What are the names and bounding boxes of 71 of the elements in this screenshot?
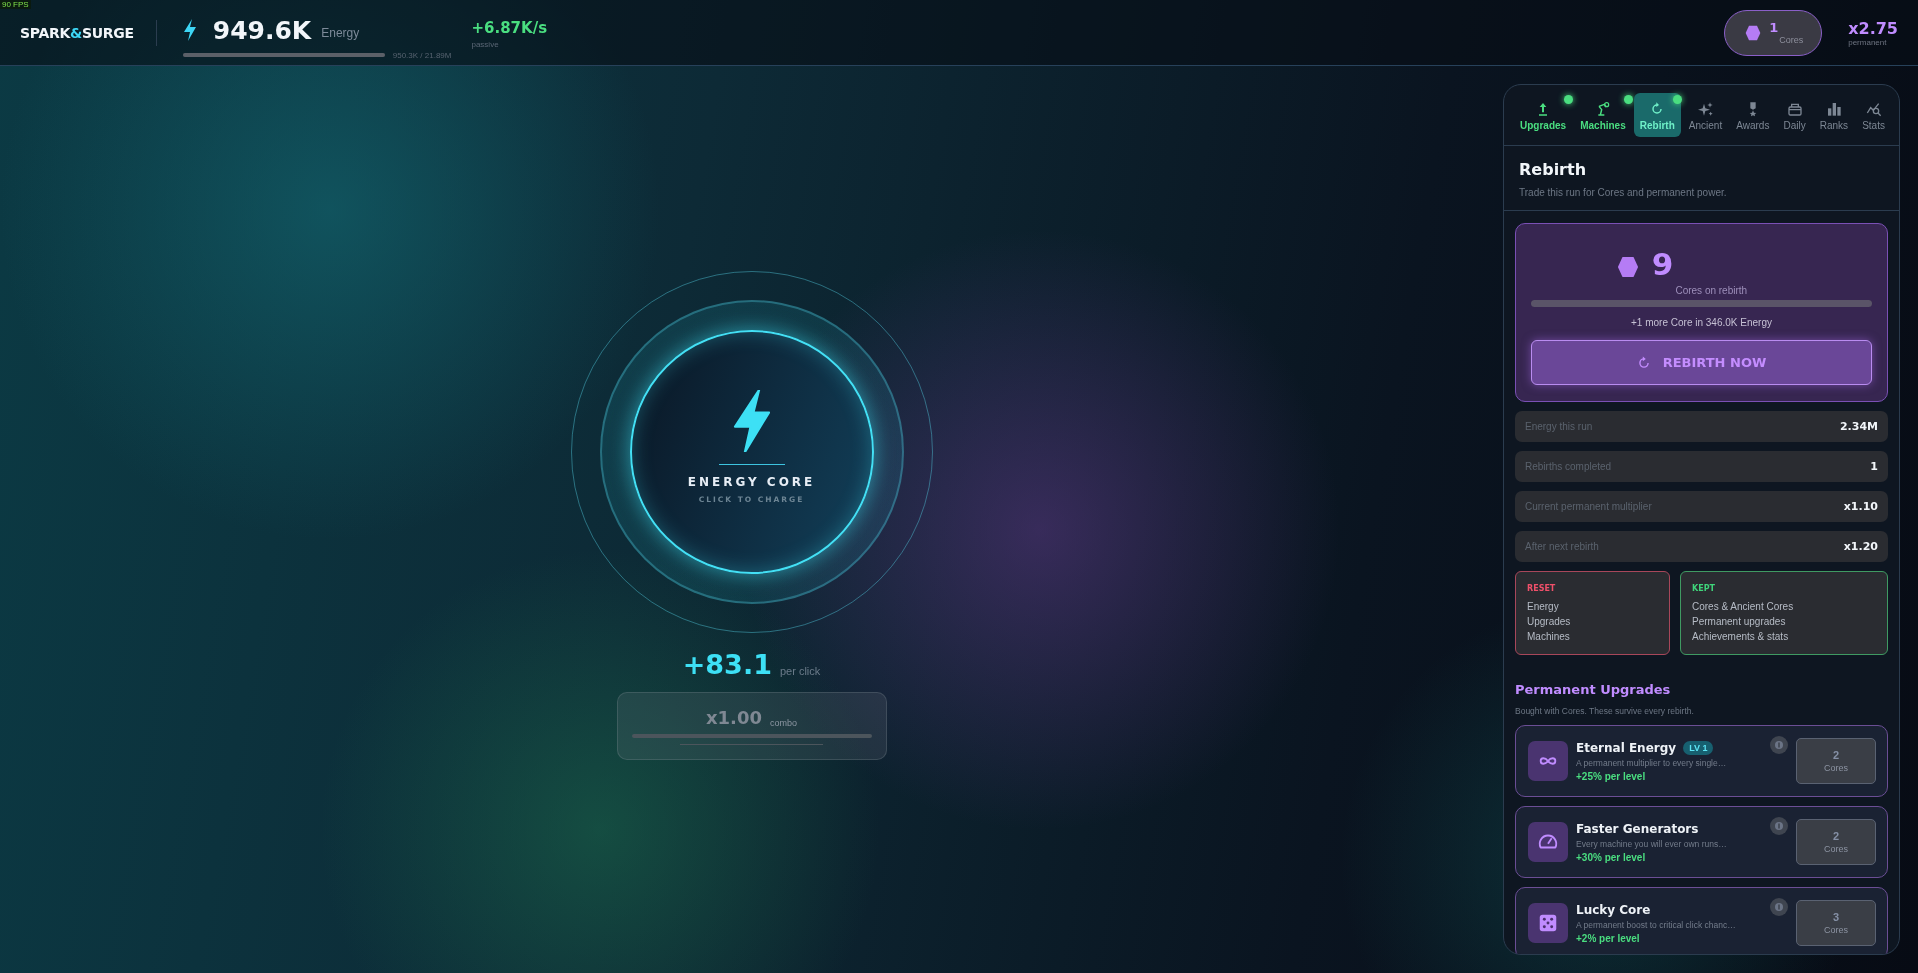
upgrade-effect: +2% per level — [1576, 932, 1641, 944]
list-item: Permanent upgrades — [1692, 616, 1787, 627]
energy-progress-text: 950.3K / 21.89M — [392, 50, 452, 60]
stat-label: After next rebirth — [1525, 541, 1599, 552]
stat-value: x1.10 — [1843, 500, 1878, 513]
upgrade-effect: +25% per level — [1576, 770, 1647, 782]
tab[interactable]: Stats — [1856, 93, 1891, 137]
energy-label: Energy — [321, 26, 360, 40]
combo-label: combo — [770, 718, 797, 728]
list-title: RESET — [1527, 584, 1557, 593]
tab[interactable]: Awards — [1730, 93, 1776, 137]
per-click-value: +83.1 — [682, 649, 772, 680]
info-icon[interactable] — [1770, 817, 1788, 835]
stat-value: x1.20 — [1843, 540, 1878, 553]
refresh-icon — [1636, 355, 1651, 370]
list-item: Energy — [1527, 601, 1560, 612]
cores-pill[interactable]: 1 Cores — [1724, 9, 1823, 56]
multiplier-label: permanent — [1848, 37, 1887, 47]
upgrade-description: Every machine you will ever own runs… — [1576, 838, 1728, 849]
tab[interactable]: Daily — [1777, 93, 1812, 137]
upgrade-effect: +30% per level — [1576, 851, 1647, 863]
dice-icon — [1537, 912, 1559, 934]
core-title: ENERGY CORE — [687, 475, 816, 489]
sparkles-icon — [1697, 101, 1714, 117]
upgrade-description: A permanent boost to critical click chanc… — [1576, 919, 1737, 930]
passive-label: passive — [471, 39, 500, 49]
list-item: Achievements & stats — [1692, 631, 1790, 642]
box-icon — [1786, 101, 1803, 117]
section-title: Permanent Upgrades — [1515, 682, 1672, 697]
cores-on-rebirth-label: Cores on rebirth — [1675, 285, 1748, 296]
hexagon-icon — [1615, 256, 1640, 278]
level-badge: LV 1 — [1683, 740, 1714, 755]
section-subtitle: Bought with Cores. These survive every rebirth. — [1515, 706, 1695, 716]
list-title: KEPT — [1692, 584, 1716, 593]
info-icon[interactable] — [1770, 898, 1788, 916]
bar-chart-icon — [1825, 101, 1842, 117]
cores-count: 1 — [1769, 20, 1780, 35]
lightning-icon — [182, 19, 197, 41]
cores-label: Cores — [1779, 35, 1804, 45]
panel-title: Rebirth — [1519, 160, 1588, 179]
upgrade-name: Faster Generators — [1576, 821, 1699, 836]
passive-rate: +6.87K/s — [471, 18, 548, 37]
tab[interactable]: Ranks — [1813, 93, 1855, 137]
stat-value: 2.34M — [1839, 420, 1878, 433]
stat-label: Energy this run — [1525, 421, 1593, 432]
rebirth-button[interactable]: REBIRTH NOW — [1531, 340, 1872, 385]
logo: SPARK&SURGE — [20, 24, 134, 41]
stat-label: Rebirths completed — [1525, 461, 1612, 472]
upgrade-description: A permanent multiplier to every single… — [1576, 757, 1728, 768]
info-icon[interactable] — [1770, 736, 1788, 754]
combo-value: x1.00 — [705, 707, 762, 728]
chart-search-icon — [1865, 101, 1882, 117]
multiplier-value: x2.75 — [1848, 18, 1898, 38]
list-item: Cores & Ancient Cores — [1692, 601, 1795, 612]
tab[interactable]: Ancient — [1682, 93, 1729, 137]
energy-value: 949.6K — [212, 15, 312, 45]
list-item: Machines — [1527, 631, 1571, 642]
panel-subtitle: Trade this run for Cores and permanent power. — [1519, 187, 1728, 198]
lightning-icon — [731, 390, 772, 452]
tab[interactable]: Machines — [1574, 93, 1632, 137]
next-core-text: +1 more Core in 346.0K Energy — [1631, 317, 1772, 328]
per-click-label: per click — [779, 665, 821, 677]
list-item: Upgrades — [1527, 616, 1572, 627]
upgrade-name: Lucky Core — [1576, 902, 1651, 917]
hexagon-icon — [1745, 24, 1762, 41]
tab[interactable]: Rebirth — [1633, 93, 1681, 137]
tab[interactable]: Upgrades — [1514, 93, 1573, 137]
fps-counter: 90 FPS — [0, 0, 31, 9]
cores-on-rebirth: 9 — [1651, 246, 1674, 282]
stat-value: 1 — [1870, 460, 1878, 473]
upgrade-name: Eternal Energy — [1576, 740, 1677, 755]
